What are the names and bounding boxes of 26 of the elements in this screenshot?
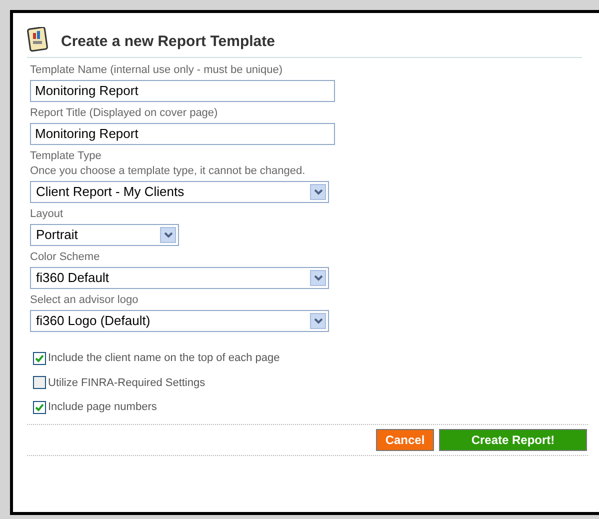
checkbox-label: Include the client name on the top of each page bbox=[48, 351, 280, 366]
create-report-button[interactable]: Create Report! bbox=[439, 428, 587, 450]
dropdown[interactable]: fi360 Default bbox=[30, 267, 329, 289]
chevron-icon bbox=[310, 184, 326, 200]
checkbox[interactable] bbox=[33, 376, 46, 390]
dropdown[interactable]: fi360 Logo (Default) bbox=[30, 310, 329, 332]
report-icon bbox=[27, 27, 49, 53]
chevron-icon bbox=[160, 227, 176, 243]
checkbox[interactable] bbox=[33, 400, 46, 414]
field-label: Select an advisor logo bbox=[30, 293, 140, 308]
checkbox-label: Include page numbers bbox=[48, 400, 157, 415]
text-input[interactable]: Monitoring Report bbox=[30, 123, 335, 145]
field-label: Report Title (Displayed on cover page) bbox=[30, 106, 219, 121]
chevron-icon bbox=[310, 270, 326, 286]
checkbox[interactable] bbox=[33, 352, 46, 365]
field-label: Color Scheme bbox=[30, 250, 101, 265]
field-label: Template Type bbox=[30, 149, 102, 164]
field-label: Template Name (internal use only - must be unique) bbox=[30, 63, 284, 78]
field-hint: Once you choose a template type, it cannot be changed. bbox=[30, 164, 306, 179]
dropdown[interactable]: Client Report - My Clients bbox=[30, 181, 329, 203]
dropdown[interactable]: Portrait bbox=[30, 224, 179, 246]
text-input[interactable]: Monitoring Report bbox=[30, 80, 335, 102]
dialog-title: Create a new Report Template bbox=[61, 32, 275, 52]
checkbox-label: Utilize FINRA-Required Settings bbox=[48, 376, 206, 390]
field-label: Layout bbox=[30, 207, 64, 222]
chevron-icon bbox=[310, 313, 326, 329]
